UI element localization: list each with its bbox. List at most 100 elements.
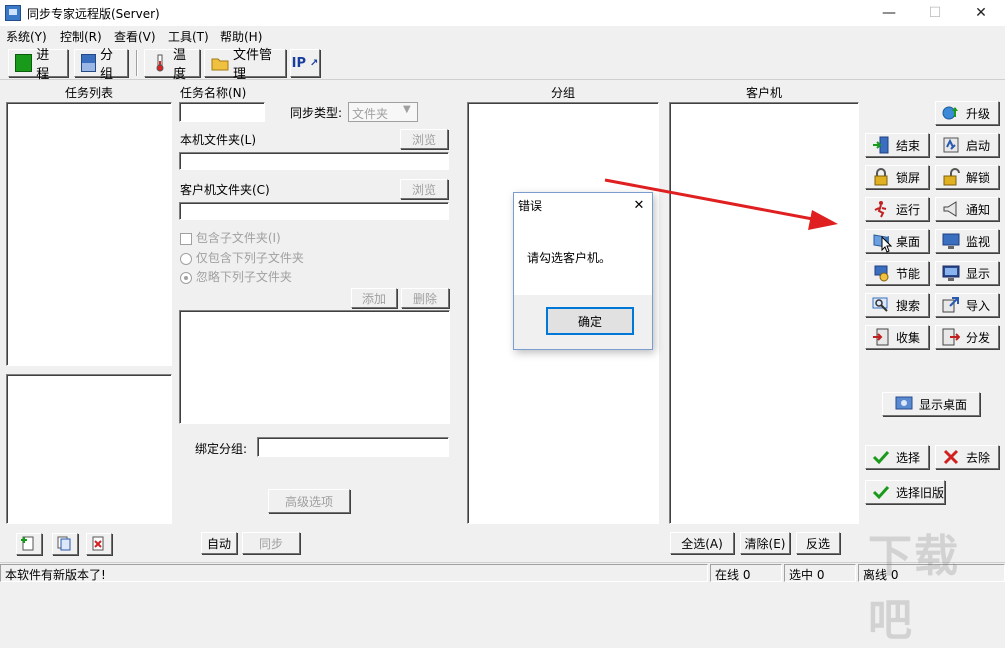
browse-client-button[interactable]: 浏览 (400, 179, 448, 199)
delete-task-icon (90, 535, 108, 553)
task-list-header: 任务列表 (64, 86, 113, 100)
window-title: 同步专家远程版(Server) (27, 7, 160, 21)
file-manager-button[interactable]: 文件管理 (204, 48, 286, 82)
menu-system[interactable]: 系统(Y) (6, 28, 47, 45)
search-button[interactable]: 搜索 (865, 293, 929, 317)
show-desktop-button[interactable]: 显示桌面 (882, 392, 980, 416)
select-old-version-button[interactable]: 选择旧版 (865, 480, 945, 504)
auto-button[interactable]: 自动 (201, 532, 237, 554)
task-list[interactable] (6, 102, 172, 366)
toolbar-separator (136, 50, 138, 76)
select-all-button[interactable]: 全选(A) (670, 532, 734, 554)
status-message: 本软件有新版本了! (0, 564, 708, 582)
dialog-message: 请勾选客户机。 (527, 251, 612, 265)
import-icon (942, 296, 960, 314)
remove-button[interactable]: 去除 (935, 445, 999, 469)
dialog-title: 错误 (518, 199, 543, 213)
new-task-button[interactable] (16, 533, 42, 555)
temperature-button[interactable]: 温度 (144, 48, 200, 82)
group-icon (81, 54, 96, 72)
exit-icon (872, 136, 890, 154)
display-button[interactable]: 显示 (935, 261, 999, 285)
progress-icon (15, 54, 33, 72)
group-button[interactable]: 分组 (74, 48, 128, 82)
sync-button[interactable]: 同步 (242, 532, 300, 554)
power-save-button[interactable]: 节能 (865, 261, 929, 285)
client-panel-header: 客户机 (745, 86, 782, 100)
menu-bar: 系统(Y) 控制(R) 查看(V) 工具(T) 帮助(H) (0, 26, 1005, 46)
menu-view[interactable]: 查看(V) (114, 28, 156, 45)
dialog-close-button[interactable]: ✕ (628, 195, 650, 215)
copy-task-button[interactable] (52, 533, 78, 555)
lock-screen-button[interactable]: 锁屏 (865, 165, 929, 189)
group-panel-header: 分组 (550, 86, 575, 100)
desktop-button[interactable]: 桌面 (865, 229, 929, 253)
end-button[interactable]: 结束 (865, 133, 929, 157)
maximize-button[interactable]: ☐ (912, 0, 958, 26)
x-icon (942, 448, 960, 466)
upgrade-button[interactable]: 升级 (935, 101, 999, 125)
task-detail-list[interactable] (6, 374, 172, 524)
select-button[interactable]: 选择 (865, 445, 929, 469)
import-button[interactable]: 导入 (935, 293, 999, 317)
delete-button[interactable]: 删除 (401, 288, 449, 308)
menu-control[interactable]: 控制(R) (60, 28, 102, 45)
folder-icon (211, 54, 229, 72)
ip-button[interactable]: IP ↗ (290, 49, 320, 77)
show-desktop-icon (895, 395, 913, 413)
radio-selected-icon (180, 271, 192, 284)
local-folder-input[interactable] (179, 152, 449, 170)
app-icon (5, 5, 21, 21)
display-icon (942, 264, 960, 282)
status-selected: 选中 0 (784, 564, 856, 582)
checkmark-icon (872, 448, 890, 466)
invert-selection-button[interactable]: 反选 (796, 532, 840, 554)
thermometer-icon (151, 54, 169, 72)
include-subfolders-checkbox[interactable]: 包含子文件夹(I) (180, 229, 281, 246)
collect-button[interactable]: 收集 (865, 325, 929, 349)
start-icon (942, 136, 960, 154)
run-button[interactable]: 运行 (865, 197, 929, 221)
status-bar: 本软件有新版本了! 在线 0 选中 0 离线 0 (0, 562, 1005, 582)
advanced-options-button[interactable]: 高级选项 (268, 489, 350, 513)
sync-type-value: 文件夹 (352, 107, 389, 121)
client-folder-input[interactable] (179, 202, 449, 220)
browse-local-button[interactable]: 浏览 (400, 129, 448, 149)
notify-button[interactable]: 通知 (935, 197, 999, 221)
menu-help[interactable]: 帮助(H) (220, 28, 262, 45)
subfolder-list[interactable] (179, 310, 450, 424)
error-dialog: 错误 ✕ 请勾选客户机。 确定 (513, 192, 653, 350)
sync-type-select[interactable]: 文件夹 ▼ (348, 102, 418, 122)
client-list[interactable] (669, 102, 859, 524)
distribute-button[interactable]: 分发 (935, 325, 999, 349)
client-folder-label: 客户机文件夹(C) (180, 183, 270, 197)
copy-icon (56, 535, 74, 553)
sync-type-label: 同步类型: (290, 106, 343, 120)
minimize-button[interactable]: — (866, 0, 912, 26)
radio-icon (180, 252, 192, 265)
clear-button[interactable]: 清除(E) (740, 532, 790, 554)
only-include-radio[interactable]: 仅包含下列子文件夹 (180, 249, 304, 266)
dialog-ok-button[interactable]: 确定 (546, 307, 634, 335)
distribute-icon (942, 328, 961, 346)
close-button[interactable]: ✕ (958, 0, 1004, 26)
checkbox-icon (180, 232, 192, 245)
monitor-icon (942, 232, 960, 250)
power-save-icon (872, 264, 890, 282)
ignore-subfolders-radio[interactable]: 忽略下列子文件夹 (180, 268, 292, 285)
progress-button[interactable]: 进程 (8, 48, 68, 82)
add-button[interactable]: 添加 (351, 288, 397, 308)
unlock-button[interactable]: 解锁 (935, 165, 999, 189)
task-name-input[interactable] (179, 102, 265, 122)
collect-icon (872, 328, 890, 346)
mouse-cursor-icon (881, 236, 893, 253)
delete-task-button[interactable] (86, 533, 112, 555)
start-button[interactable]: 启动 (935, 133, 999, 157)
task-name-label: 任务名称(N) (180, 86, 247, 100)
menu-tools[interactable]: 工具(T) (168, 28, 209, 45)
run-icon (872, 200, 890, 218)
checkmark-icon (872, 483, 890, 501)
status-online: 在线 0 (710, 564, 782, 582)
bind-group-input[interactable] (257, 437, 449, 457)
monitor-button[interactable]: 监视 (935, 229, 999, 253)
